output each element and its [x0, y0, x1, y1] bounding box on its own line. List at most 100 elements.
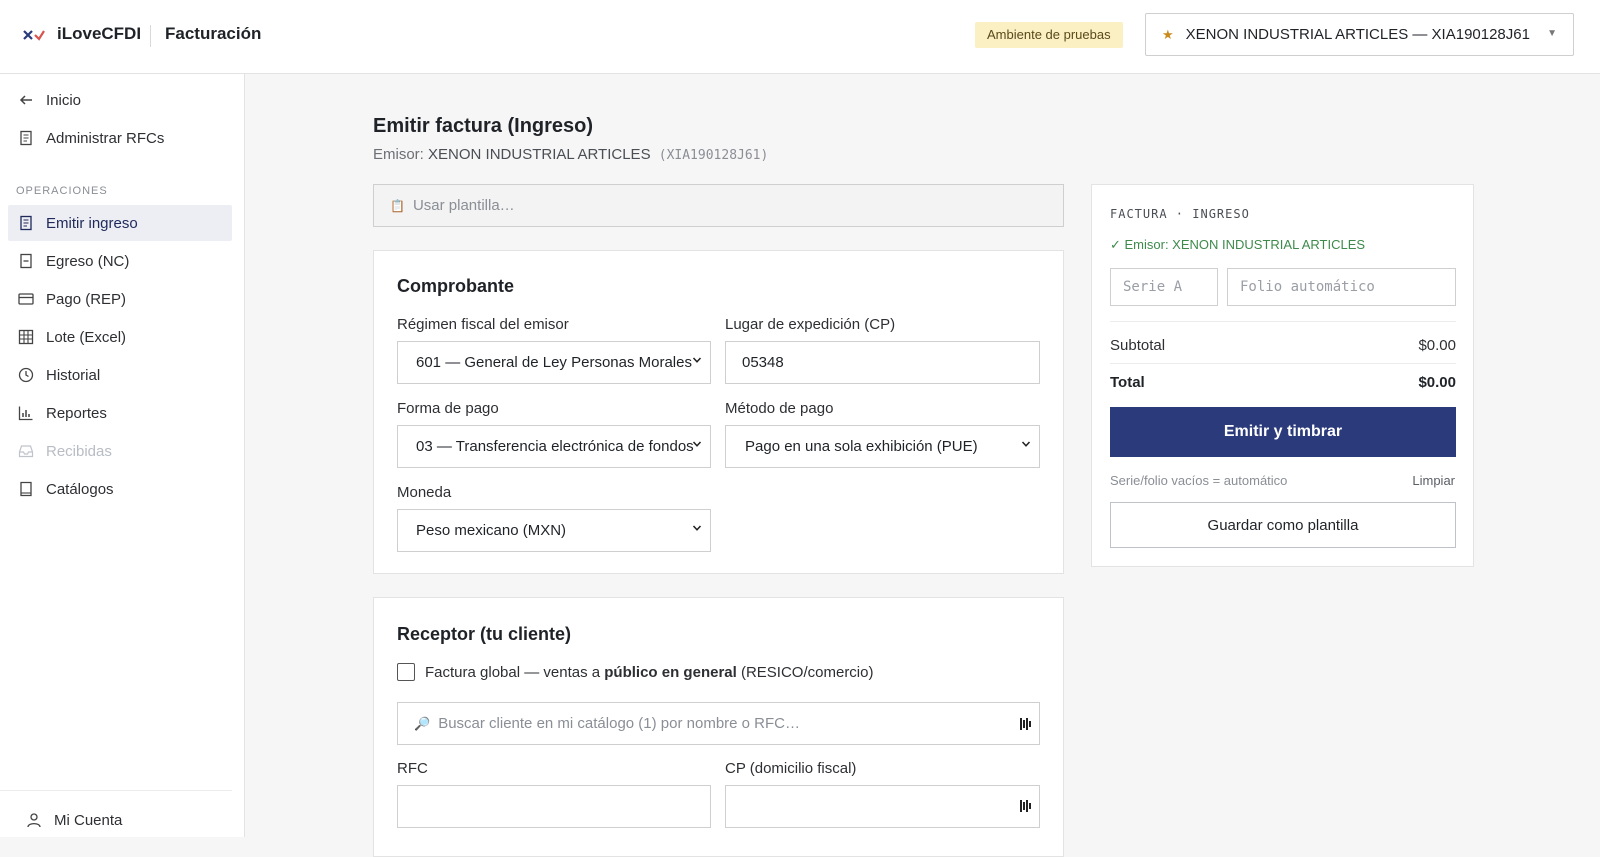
chevron-down-icon: [692, 441, 702, 447]
client-search-placeholder: Buscar cliente en mi catálogo (1) por no…: [438, 715, 801, 732]
bar-chart-icon: [18, 406, 33, 421]
operations-heading: OPERACIONES: [16, 185, 108, 197]
metodo-pago-value: Pago en una sola exhibición (PUE): [745, 438, 978, 455]
search-icon: 🔎: [414, 715, 431, 731]
serie-folio-hint: Serie/folio vacíos = automático: [1110, 473, 1288, 488]
password-manager-icon[interactable]: [1019, 716, 1033, 732]
total-value: $0.00: [1418, 374, 1456, 391]
top-header: iLoveCFDI Facturación Ambiente de prueba…: [0, 0, 1600, 74]
factura-global-text-post: (RESICO/comercio): [736, 663, 874, 681]
sidebar: Inicio Administrar RFCs OPERACIONES Emit…: [0, 74, 245, 837]
sidebar-item-historial[interactable]: Historial: [8, 357, 232, 393]
chevron-down-icon: [1021, 441, 1031, 447]
subtotal-value: $0.00: [1418, 337, 1456, 354]
cp-input[interactable]: [725, 785, 1040, 828]
forma-pago-value: 03 — Transferencia electrónica de fondos: [416, 438, 694, 455]
environment-badge: Ambiente de pruebas: [975, 22, 1123, 48]
document-icon: [20, 130, 32, 146]
chevron-down-icon: [692, 525, 702, 531]
sidebar-item-egreso[interactable]: Egreso (NC): [8, 243, 232, 279]
sidebar-item-label: Administrar RFCs: [46, 129, 165, 147]
sidebar-item-label: Historial: [46, 366, 101, 384]
sidebar-item-label: Inicio: [46, 91, 82, 109]
sidebar-item-inicio[interactable]: Inicio: [8, 82, 232, 118]
rfc-label: RFC: [397, 760, 428, 777]
sidebar-item-recibidas: Recibidas: [8, 433, 232, 469]
emisor-rfc: (XIA190128J61): [658, 148, 769, 163]
save-template-button[interactable]: Guardar como plantilla: [1110, 502, 1456, 548]
sidebar-item-pago[interactable]: Pago (REP): [8, 281, 232, 317]
clear-link[interactable]: Limpiar: [1412, 473, 1455, 488]
sidebar-item-reportes[interactable]: Reportes: [8, 395, 232, 431]
user-icon: [27, 813, 41, 828]
brand-name[interactable]: iLoveCFDI: [57, 24, 141, 44]
template-selector[interactable]: 📋 Usar plantilla…: [373, 184, 1064, 227]
factura-global-text-pre: Factura global — ventas a: [425, 663, 605, 681]
sidebar-item-label: Reportes: [46, 404, 107, 422]
sidebar-item-label: Mi Cuenta: [54, 811, 123, 829]
forma-pago-select[interactable]: 03 — Transferencia electrónica de fondos: [397, 425, 711, 468]
sidebar-divider: [0, 790, 232, 791]
sidebar-item-administrar-rfcs[interactable]: Administrar RFCs: [8, 120, 232, 156]
section-title: Facturación: [165, 24, 262, 43]
clipboard-icon: 📋: [390, 198, 405, 213]
summary-divider: [1110, 363, 1456, 364]
emisor-line: Emisor: XENON INDUSTRIAL ARTICLES (XIA19…: [373, 146, 768, 163]
serie-input[interactable]: Serie A: [1110, 268, 1218, 306]
sidebar-item-emitir-ingreso[interactable]: Emitir ingreso: [8, 205, 232, 241]
moneda-select[interactable]: Peso mexicano (MXN): [397, 509, 711, 552]
client-search-input[interactable]: 🔎 Buscar cliente en mi catálogo (1) por …: [397, 702, 1040, 745]
emisor-name: XENON INDUSTRIAL ARTICLES: [428, 146, 651, 163]
subtotal-label: Subtotal: [1110, 337, 1166, 354]
regimen-select-value: 601 — General de Ley Personas Morales: [416, 354, 692, 371]
emisor-prefix: Emisor:: [373, 146, 424, 163]
clock-icon: [18, 367, 34, 383]
factura-global-row[interactable]: Factura global — ventas a público en gen…: [397, 663, 873, 681]
chevron-down-icon: [692, 357, 702, 363]
regimen-select[interactable]: 601 — General de Ley Personas Morales: [397, 341, 711, 384]
moneda-label: Moneda: [397, 484, 452, 501]
credit-card-icon: [18, 293, 34, 305]
emit-button[interactable]: Emitir y timbrar: [1110, 407, 1456, 457]
forma-pago-label: Forma de pago: [397, 400, 499, 417]
moneda-value: Peso mexicano (MXN): [416, 522, 567, 539]
total-row: Total $0.00: [1110, 374, 1456, 391]
document-minus-icon: [20, 253, 32, 269]
book-icon: [20, 481, 32, 497]
grid-icon: [18, 329, 34, 345]
template-placeholder: Usar plantilla…: [412, 197, 515, 214]
lugar-label: Lugar de expedición (CP): [725, 316, 896, 333]
inbox-icon: [18, 445, 34, 458]
folio-input[interactable]: Folio automático: [1227, 268, 1456, 306]
sidebar-item-label: Lote (Excel): [46, 328, 127, 346]
invoice-summary-panel: FACTURA · INGRESO ✓ Emisor: XENON INDUST…: [1091, 184, 1474, 567]
total-label: Total: [1110, 374, 1145, 391]
logo-icon: [23, 30, 45, 41]
brand-divider: [150, 25, 151, 47]
receptor-title: Receptor (tu cliente): [397, 624, 572, 644]
comprobante-title: Comprobante: [397, 276, 514, 296]
rfc-input[interactable]: [397, 785, 711, 828]
sidebar-item-label: Emitir ingreso: [46, 214, 138, 232]
sidebar-item-lote[interactable]: Lote (Excel): [8, 319, 232, 355]
lugar-expedicion-value: 05348: [742, 354, 784, 371]
caret-down-icon: ▼: [1547, 28, 1557, 39]
subtotal-row: Subtotal $0.00: [1110, 337, 1456, 354]
metodo-pago-select[interactable]: Pago en una sola exhibición (PUE): [725, 425, 1040, 468]
regimen-label: Régimen fiscal del emisor: [397, 316, 569, 333]
sidebar-item-label: Egreso (NC): [46, 252, 130, 270]
lugar-expedicion-input[interactable]: 05348: [725, 341, 1040, 384]
document-icon: [20, 215, 32, 231]
star-icon: ★: [1162, 26, 1174, 42]
arrow-left-icon: [19, 95, 32, 105]
factura-global-checkbox[interactable]: [397, 663, 415, 681]
company-selector[interactable]: ★ XENON INDUSTRIAL ARTICLES — XIA190128J…: [1145, 13, 1574, 56]
sidebar-item-mi-cuenta[interactable]: Mi Cuenta: [16, 802, 240, 838]
emisor-status: ✓ Emisor: XENON INDUSTRIAL ARTICLES: [1110, 237, 1366, 252]
sidebar-item-catalogos[interactable]: Catálogos: [8, 471, 232, 507]
company-selector-value: XENON INDUSTRIAL ARTICLES — XIA190128J61: [1185, 26, 1530, 43]
metodo-pago-label: Método de pago: [725, 400, 834, 417]
sidebar-item-label: Pago (REP): [46, 290, 127, 308]
password-manager-icon[interactable]: [1019, 798, 1033, 814]
page-title: Emitir factura (Ingreso): [373, 115, 594, 137]
